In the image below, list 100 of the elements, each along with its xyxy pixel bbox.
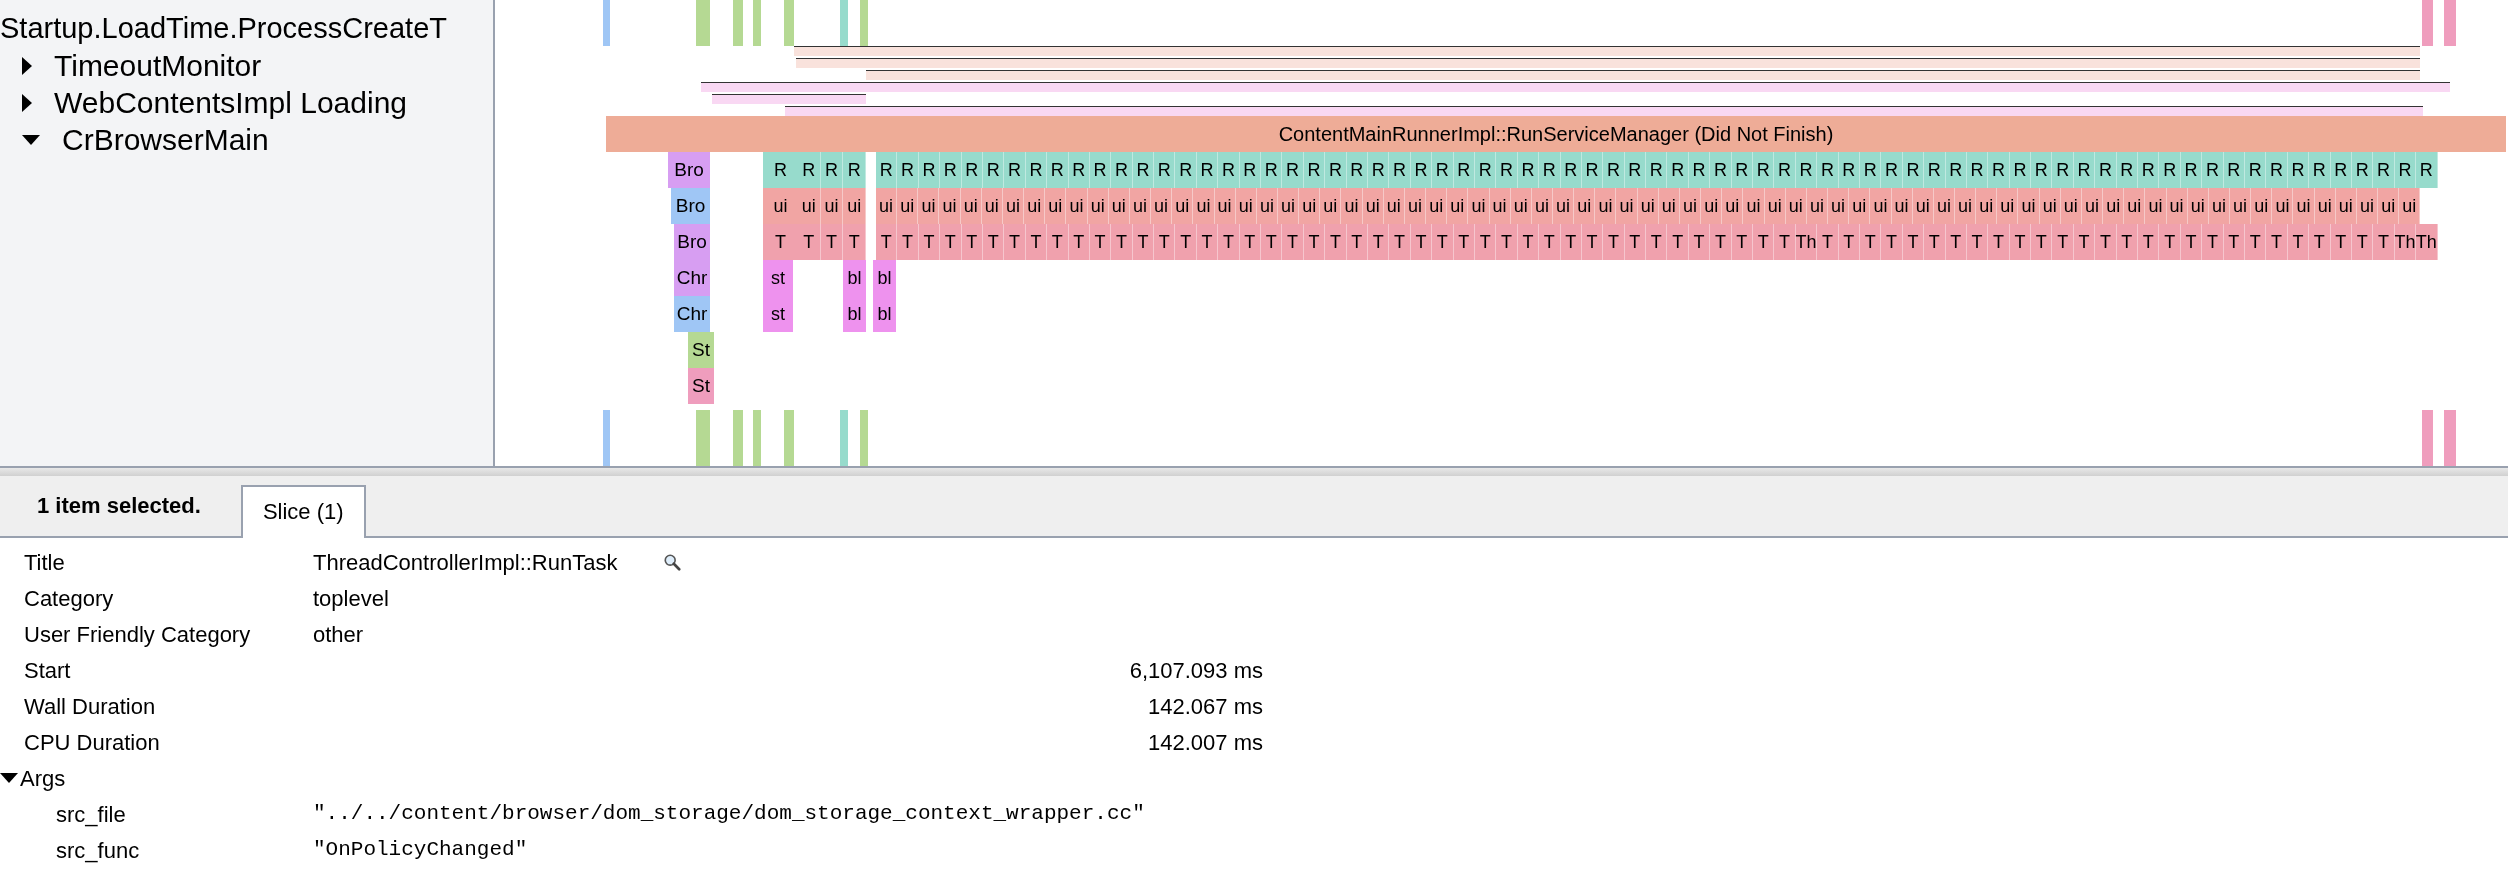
flame-slice[interactable]: T bbox=[982, 224, 1005, 260]
slice-run[interactable]: T T T bbox=[798, 224, 866, 260]
flame-slice[interactable]: T bbox=[2202, 224, 2224, 260]
flame-slice[interactable]: Chr bbox=[674, 260, 710, 296]
flame-slice[interactable]: T bbox=[2309, 224, 2331, 260]
flame-slice[interactable]: ContentMainRunnerImpl::RunServiceManager (Did Not Finish) bbox=[606, 116, 2506, 152]
flame-slice[interactable]: T bbox=[1346, 224, 1368, 260]
flame-slice[interactable]: T bbox=[2116, 224, 2139, 260]
thin-slice[interactable] bbox=[733, 410, 743, 466]
async-slice[interactable] bbox=[794, 46, 2420, 56]
flame-slice[interactable]: bl bbox=[843, 296, 866, 332]
flame-slice[interactable]: T bbox=[2351, 224, 2374, 260]
flame-slice[interactable]: T bbox=[2138, 224, 2160, 260]
flame-slice[interactable]: T bbox=[763, 224, 798, 260]
panel-splitter[interactable] bbox=[0, 468, 2508, 476]
flame-slice[interactable]: ui bbox=[763, 188, 798, 224]
flame-slice[interactable]: T bbox=[1432, 224, 1454, 260]
flame-slice[interactable]: T bbox=[918, 224, 941, 260]
thin-slice[interactable] bbox=[860, 410, 868, 466]
flame-slice[interactable]: T bbox=[2287, 224, 2310, 260]
flame-slice[interactable]: T bbox=[798, 224, 821, 260]
flame-slice[interactable]: T bbox=[1902, 224, 1925, 260]
flame-slice[interactable]: bl bbox=[873, 260, 896, 296]
flame-slice[interactable]: Bro bbox=[668, 152, 710, 188]
flame-slice[interactable]: T bbox=[1560, 224, 1582, 260]
slice-run[interactable]: T T T T T T T T T T T T T T T T T T T T T T T T T T T T T T T T T T T T T T T T T T T Th T T T T T T T T T T T T T T T T T T T T T T T T T T T ThTh bbox=[876, 224, 2438, 260]
flame-slice[interactable]: T bbox=[1132, 224, 1155, 260]
flame-slice[interactable]: T bbox=[1410, 224, 1433, 260]
flame-slice[interactable]: Chr bbox=[674, 296, 710, 332]
flame-slice[interactable]: R bbox=[763, 152, 798, 188]
thin-slice[interactable] bbox=[784, 0, 794, 46]
flame-slice[interactable]: T bbox=[1966, 224, 1989, 260]
args-label[interactable]: Args bbox=[20, 761, 66, 795]
flame-slice[interactable]: T bbox=[1303, 224, 1326, 260]
flame-slice[interactable]: T bbox=[2223, 224, 2245, 260]
flame-slice[interactable]: T bbox=[2373, 224, 2395, 260]
flame-slice[interactable]: T bbox=[1881, 224, 1903, 260]
flame-slice[interactable]: T bbox=[2245, 224, 2267, 260]
async-slice[interactable] bbox=[785, 106, 2423, 116]
slice-run[interactable]: R R R R R R R R R R R R R R R R R R R R R R R R R R R R R R R R R R R R R R R R R R R R R R R R R R R R R R R R R R R R R R R R R R R R R R R R R bbox=[876, 152, 2438, 188]
flame-slice[interactable]: T bbox=[1453, 224, 1475, 260]
search-icon[interactable] bbox=[663, 553, 682, 571]
flame-slice[interactable]: T bbox=[1154, 224, 1176, 260]
expand-triangle-icon[interactable] bbox=[22, 56, 32, 75]
flame-slice[interactable]: Bro bbox=[674, 224, 710, 260]
flame-slice[interactable]: T bbox=[940, 224, 962, 260]
flame-slice[interactable]: T bbox=[1517, 224, 1540, 260]
flame-slice[interactable]: T bbox=[1325, 224, 1347, 260]
flame-slice[interactable]: T bbox=[1089, 224, 1112, 260]
flame-slice[interactable]: T bbox=[1688, 224, 1711, 260]
panel-tab[interactable]: Slice (1) bbox=[240, 485, 366, 538]
flame-slice[interactable]: T bbox=[1175, 224, 1197, 260]
flame-slice[interactable]: R bbox=[2416, 152, 2438, 188]
flame-slice[interactable]: Th bbox=[1795, 224, 1818, 260]
flame-slice[interactable]: T bbox=[2009, 224, 2032, 260]
flame-slice[interactable]: T bbox=[2073, 224, 2096, 260]
flame-slice[interactable]: T bbox=[2095, 224, 2117, 260]
flame-slice[interactable]: st bbox=[763, 260, 793, 296]
flame-slice[interactable]: T bbox=[2031, 224, 2053, 260]
flame-slice[interactable]: T bbox=[1924, 224, 1946, 260]
slice-run[interactable] bbox=[876, 188, 2420, 224]
flame-slice[interactable]: T bbox=[2180, 224, 2203, 260]
flame-slice[interactable]: T bbox=[1539, 224, 1561, 260]
flame-slice[interactable]: T bbox=[1389, 224, 1411, 260]
flame-slice[interactable]: T bbox=[1817, 224, 1839, 260]
flame-slice[interactable]: T bbox=[1710, 224, 1732, 260]
thin-slice[interactable] bbox=[733, 0, 743, 46]
flame-slice[interactable]: T bbox=[820, 224, 844, 260]
thin-slice[interactable] bbox=[603, 0, 610, 46]
flame-slice[interactable]: T bbox=[1196, 224, 1219, 260]
thin-slice[interactable] bbox=[603, 410, 610, 466]
flame-slice[interactable]: T bbox=[1004, 224, 1026, 260]
flame-slice[interactable]: T bbox=[961, 224, 983, 260]
flame-slice[interactable]: Th bbox=[2394, 224, 2417, 260]
async-slice[interactable] bbox=[796, 58, 2420, 68]
flame-slice[interactable]: T bbox=[1646, 224, 1668, 260]
async-slice[interactable] bbox=[866, 70, 2420, 80]
flame-slice[interactable]: st bbox=[763, 296, 793, 332]
flame-slice[interactable]: bl bbox=[843, 260, 866, 296]
flame-slice[interactable]: T bbox=[2266, 224, 2288, 260]
thin-slice[interactable] bbox=[696, 410, 710, 466]
flame-slice[interactable]: T bbox=[1239, 224, 1262, 260]
flame-slice[interactable]: T bbox=[1945, 224, 1967, 260]
thin-slice[interactable] bbox=[2444, 0, 2456, 46]
flame-slice[interactable]: T bbox=[1774, 224, 1796, 260]
thin-slice[interactable] bbox=[840, 410, 848, 466]
flame-slice[interactable]: T bbox=[1025, 224, 1048, 260]
thin-slice[interactable] bbox=[2444, 410, 2456, 466]
flame-slice[interactable]: T bbox=[1474, 224, 1497, 260]
thin-slice[interactable] bbox=[753, 0, 761, 46]
flame-slice[interactable]: T bbox=[1261, 224, 1283, 260]
thin-slice[interactable] bbox=[2422, 410, 2433, 466]
flame-slice[interactable]: Bro bbox=[671, 188, 710, 224]
thin-slice[interactable] bbox=[753, 410, 761, 466]
flame-slice[interactable]: T bbox=[897, 224, 919, 260]
thin-slice[interactable] bbox=[696, 0, 710, 46]
thin-slice[interactable] bbox=[2422, 0, 2433, 46]
flame-slice[interactable]: Th bbox=[2416, 224, 2438, 260]
flame-slice[interactable]: T bbox=[1282, 224, 1304, 260]
flame-slice[interactable]: bl bbox=[873, 296, 896, 332]
